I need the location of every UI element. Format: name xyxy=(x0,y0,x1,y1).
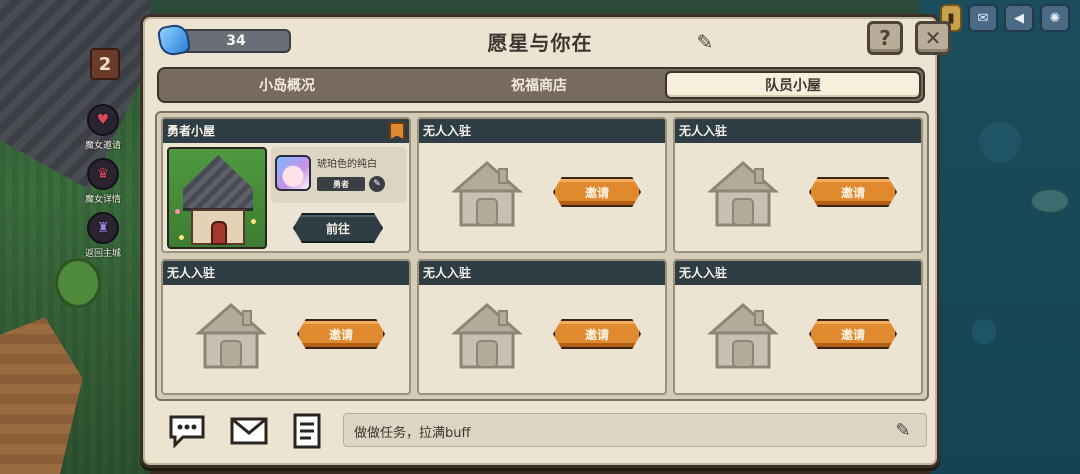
background-roof xyxy=(0,0,150,190)
top-right-toolbar: ▮ ✉ ◀ ✺ xyxy=(940,4,1070,32)
side-button-witch-invite[interactable]: ♥ 魔女邀请 xyxy=(82,104,124,151)
empty-house-icon xyxy=(707,303,779,369)
house-cell-empty: 无人入驻 邀请 xyxy=(673,259,923,395)
house-door xyxy=(211,221,227,245)
background-left xyxy=(0,0,150,474)
empty-house-icon xyxy=(451,161,523,227)
empty-house-icon xyxy=(451,303,523,369)
empty-house-icon xyxy=(195,303,267,369)
settings-gear-icon[interactable]: ✺ xyxy=(1040,4,1070,32)
flag-icon xyxy=(389,122,405,140)
house-cell-title: 无人入驻 xyxy=(675,261,921,285)
pencil-icon[interactable]: ✎ xyxy=(691,29,719,55)
house-cell-header: 勇者小屋 xyxy=(163,119,409,143)
side-button-return-city[interactable]: ♜ 返回主城 xyxy=(82,212,124,259)
pencil-icon[interactable]: ✎ xyxy=(890,418,916,442)
flower xyxy=(179,235,184,240)
tab-island-overview[interactable]: 小岛概况 xyxy=(161,71,413,99)
mail-top-icon[interactable]: ✉ xyxy=(968,4,998,32)
invite-button[interactable]: 邀请 xyxy=(297,319,385,349)
background-rock xyxy=(1030,188,1070,214)
house-roof xyxy=(183,155,253,211)
resident-name: 琥珀色的纯白 xyxy=(317,159,377,170)
empty-house-icon xyxy=(707,161,779,227)
envelope-icon[interactable] xyxy=(229,413,269,449)
role-badge: 勇者 xyxy=(317,177,365,191)
tab-member-houses[interactable]: 队员小屋 xyxy=(665,71,921,99)
island-panel: 34 愿星与你在 ✎ ? ✕ 小岛概况 祝福商店 队员小屋 勇者小屋 琥珀色的纯… xyxy=(140,14,951,468)
house-cell-title: 勇者小屋 xyxy=(167,124,216,138)
house-cell-title: 无人入驻 xyxy=(419,119,665,143)
house-cell-hero: 勇者小屋 琥珀色的纯白 勇者 ✎ 前往 xyxy=(161,117,411,253)
side-button-label: 魔女邀请 xyxy=(84,141,121,151)
island-message-text: 做做任务，拉满buff xyxy=(354,426,471,441)
go-button[interactable]: 前往 xyxy=(293,213,383,243)
house-cell-empty: 无人入驻 邀请 xyxy=(417,117,667,253)
flower xyxy=(175,209,180,214)
background-bush xyxy=(55,258,101,308)
castle-icon: ♜ xyxy=(87,212,119,244)
witch-detail-icon: ♛ xyxy=(87,158,119,190)
house-grid: 勇者小屋 琥珀色的纯白 勇者 ✎ 前往 无人入驻 邀请 无人入驻 邀请 无人入驻… xyxy=(155,111,929,401)
tab-bar: 小岛概况 祝福商店 队员小屋 xyxy=(157,67,925,103)
hero-house-image[interactable] xyxy=(167,147,267,249)
background-sea xyxy=(920,0,1080,474)
house-cell-empty: 无人入驻 邀请 xyxy=(161,259,411,395)
tab-blessing-shop[interactable]: 祝福商店 xyxy=(413,71,665,99)
invite-button[interactable]: 邀请 xyxy=(809,319,897,349)
flower xyxy=(251,219,256,224)
side-button-witch-detail[interactable]: ♛ 魔女详情 xyxy=(82,158,124,205)
chat-bubble-icon[interactable] xyxy=(167,413,207,449)
help-button[interactable]: ? xyxy=(867,21,903,55)
invite-button[interactable]: 邀请 xyxy=(809,177,897,207)
side-button-label: 返回主城 xyxy=(84,249,121,259)
level-badge: 2 xyxy=(90,48,120,80)
resident-card: 琥珀色的纯白 勇者 ✎ xyxy=(271,147,407,203)
house-cell-empty: 无人入驻 邀请 xyxy=(417,259,667,395)
house-cell-title: 无人入驻 xyxy=(419,261,665,285)
panel-title: 愿星与你在 xyxy=(487,31,593,55)
house-cell-title: 无人入驻 xyxy=(675,119,921,143)
avatar[interactable] xyxy=(275,155,311,191)
background-path xyxy=(0,317,83,474)
side-button-label: 魔女详情 xyxy=(84,195,121,205)
invite-button[interactable]: 邀请 xyxy=(553,319,641,349)
close-button[interactable]: ✕ xyxy=(915,21,951,55)
invite-button[interactable]: 邀请 xyxy=(553,177,641,207)
panel-header: 34 愿星与你在 ✎ ? ✕ xyxy=(143,17,951,65)
bottom-bar: 做做任务，拉满buff ✎ xyxy=(157,411,927,455)
house-cell-title: 无人入驻 xyxy=(163,261,409,285)
island-message-box[interactable]: 做做任务，拉满buff ✎ xyxy=(343,413,927,447)
document-icon[interactable] xyxy=(287,413,327,449)
sound-icon[interactable]: ◀ xyxy=(1004,4,1034,32)
witch-invite-icon: ♥ xyxy=(87,104,119,136)
pencil-icon[interactable]: ✎ xyxy=(369,176,385,192)
house-cell-empty: 无人入驻 邀请 xyxy=(673,117,923,253)
